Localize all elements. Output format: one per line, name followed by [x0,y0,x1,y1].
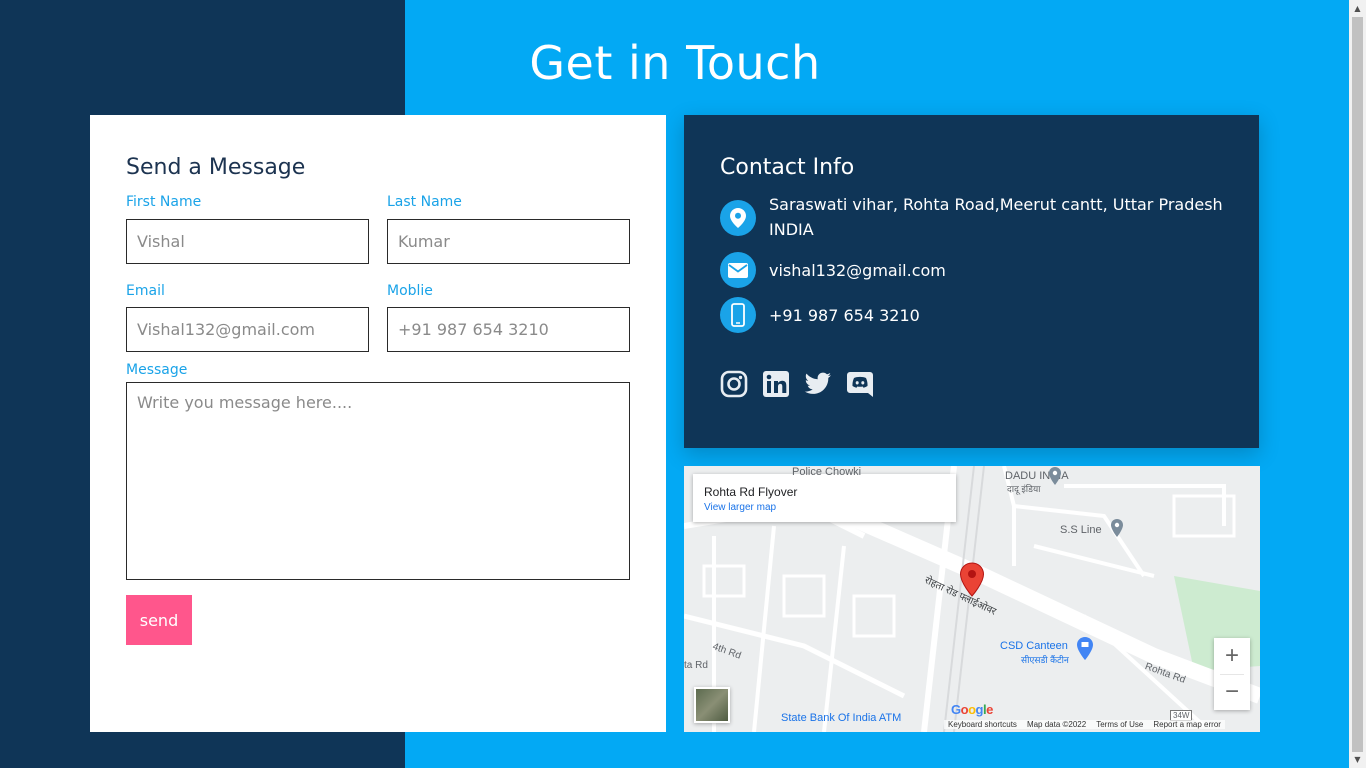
message-label: Message [126,362,188,378]
contact-info-card: Contact Info Saraswati vihar, Rohta Road… [684,115,1259,448]
form-heading: Send a Message [126,155,306,180]
mobile-phone-icon [720,297,756,333]
first-name-input[interactable] [126,219,369,264]
mobile-label: Moblie [387,283,433,299]
map-label-sbi: State Bank Of India ATM [781,712,902,724]
map-label-dadu-hindi: दादू इंडिया [1007,484,1041,494]
scroll-up-arrow-icon[interactable]: ▲ [1349,0,1366,17]
map-footer: Keyboard shortcuts Map data ©2022 Terms … [944,720,1225,729]
csd-pin-icon [1077,637,1093,660]
map-place-card: Rohta Rd Flyover View larger map [693,474,956,522]
google-map[interactable]: Rohta Rd Flyover View larger map Police … [684,466,1260,732]
address-row: Saraswati vihar, Rohta Road,Meerut cantt… [720,195,1229,242]
map-place-name: Rohta Rd Flyover [704,485,798,499]
keyboard-shortcuts-link[interactable]: Keyboard shortcuts [948,720,1017,729]
email-row: vishal132@gmail.com [720,252,1229,288]
instagram-icon[interactable] [720,370,748,398]
satellite-toggle-thumbnail[interactable] [694,687,730,723]
google-logo: Google [951,702,993,717]
location-pin-icon [720,200,756,236]
first-name-label: First Name [126,194,202,210]
view-larger-map-link[interactable]: View larger map [704,502,776,513]
dadu-pin-icon [1049,467,1061,485]
phone-row: +91 987 654 3210 [720,297,1229,333]
map-label-rd: ta Rd [684,660,708,671]
contact-info-heading: Contact Info [720,155,855,180]
address-text: Saraswati vihar, Rohta Road,Meerut cantt… [769,195,1223,239]
last-name-input[interactable] [387,219,630,264]
mobile-input[interactable] [387,307,630,352]
linkedin-icon[interactable] [762,370,790,398]
discord-icon[interactable] [846,370,874,398]
mail-icon [720,252,756,288]
message-form-card: Send a Message First Name Last Name Emai… [90,115,666,732]
zoom-out-button[interactable]: − [1214,674,1250,710]
phone-text[interactable]: +91 987 654 3210 [769,303,1229,328]
message-textarea[interactable] [126,382,630,580]
scrollbar-thumb[interactable] [1352,17,1363,752]
map-label-csd-hindi: सीएसडी कैंटीन [1021,655,1069,665]
scroll-down-arrow-icon[interactable]: ▼ [1349,751,1366,768]
ss-line-pin-icon [1111,519,1123,537]
zoom-controls: + − [1214,638,1250,710]
map-label-police: Police Chowki [792,466,862,478]
map-marker-icon [959,562,985,597]
social-links [720,370,874,398]
email-text[interactable]: vishal132@gmail.com [769,258,1229,283]
map-data-text: Map data ©2022 [1026,720,1087,729]
twitter-icon[interactable] [804,370,832,398]
map-label-csd: CSD Canteen [1000,640,1068,652]
report-map-error-link[interactable]: Report a map error [1153,720,1221,729]
last-name-label: Last Name [387,194,462,210]
email-input[interactable] [126,307,369,352]
map-label-ss-line: S.S Line [1060,524,1102,536]
page-title: Get in Touch [529,36,821,90]
send-button[interactable]: send [126,595,192,645]
email-label: Email [126,283,165,299]
zoom-in-button[interactable]: + [1214,638,1250,674]
terms-of-use-link[interactable]: Terms of Use [1096,720,1143,729]
